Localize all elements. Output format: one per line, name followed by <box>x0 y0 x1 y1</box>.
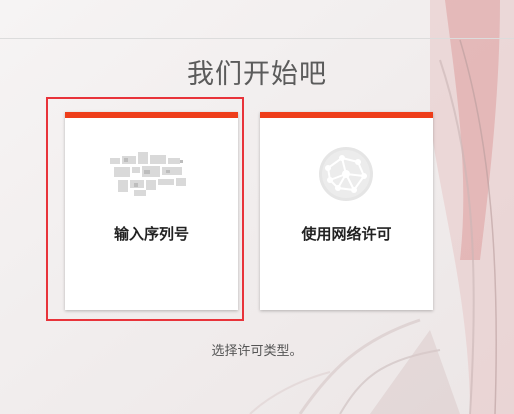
use-network-license-option[interactable]: 使用网络许可 <box>260 112 433 310</box>
license-type-hint: 选择许可类型。 <box>211 344 303 359</box>
enter-serial-number-label: 输入序列号 <box>113 225 189 243</box>
card-accent-bar <box>260 112 433 118</box>
network-globe-icon <box>319 147 373 201</box>
page-title: 我们开始吧 <box>187 59 327 90</box>
enter-serial-number-option[interactable]: 输入序列号 <box>65 112 238 310</box>
header-divider <box>0 38 514 39</box>
use-network-license-label: 使用网络许可 <box>301 225 392 243</box>
card-accent-bar <box>65 112 238 118</box>
serial-number-icon <box>110 152 186 196</box>
